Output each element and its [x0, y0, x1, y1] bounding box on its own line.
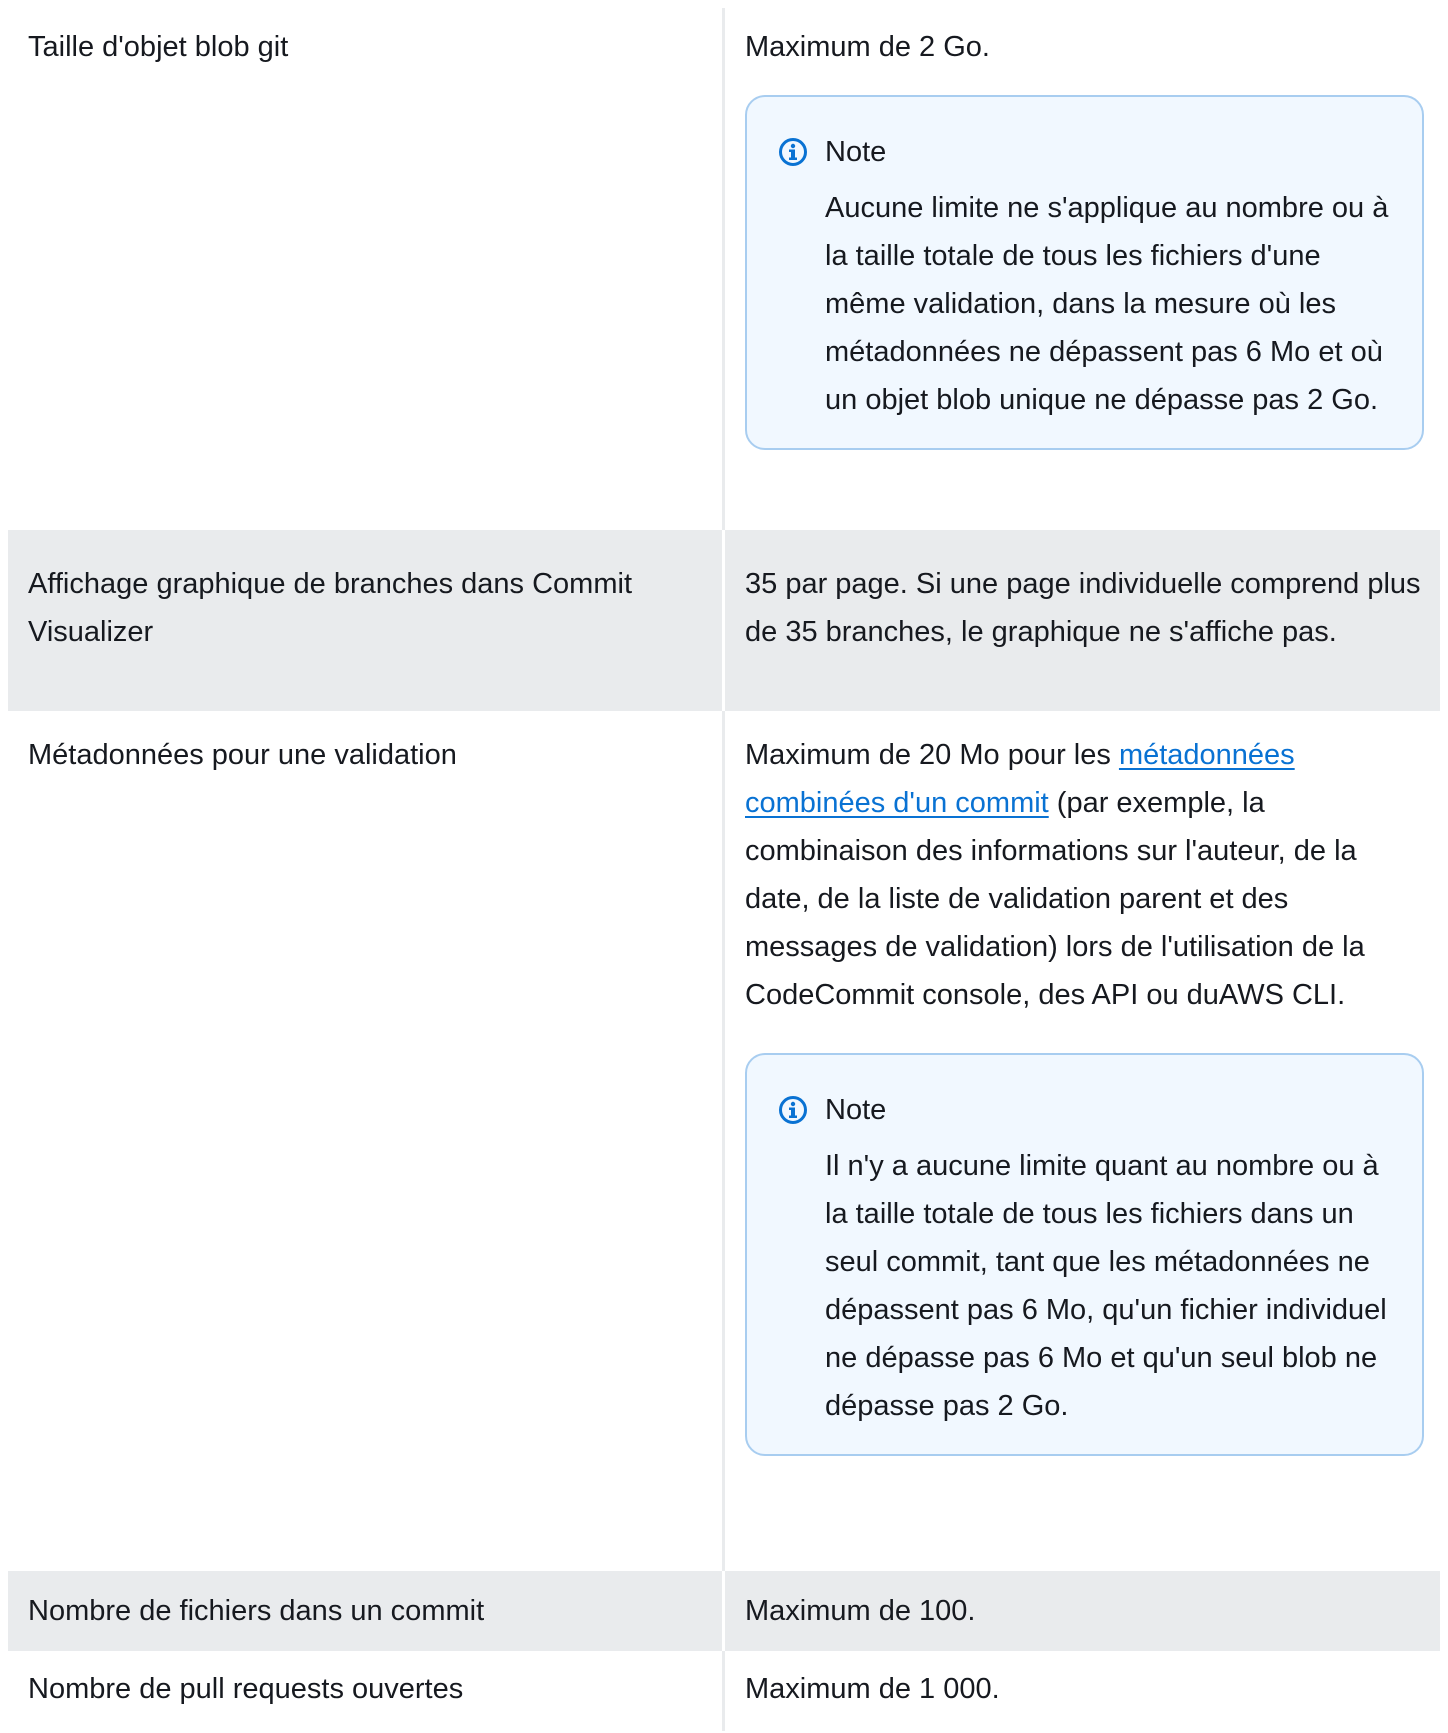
- note-title: Note: [825, 1094, 887, 1126]
- limit-value-cell: Maximum de 20 Mo pour les métadonnées co…: [725, 711, 1440, 1571]
- limit-value: Maximum de 100.: [745, 1595, 976, 1627]
- note-header: Note: [777, 1086, 1392, 1134]
- limit-name-cell: Taille d'objet blob git: [8, 8, 725, 530]
- note-title: Note: [825, 136, 887, 168]
- limit-name: Nombre de pull requests ouvertes: [28, 1673, 464, 1705]
- limit-name: Nombre de fichiers dans un commit: [28, 1595, 485, 1627]
- table-row: Affichage graphique de branches dans Com…: [8, 530, 1440, 711]
- limit-value: Maximum de 1 000.: [745, 1673, 1000, 1705]
- limit-name: Taille d'objet blob git: [28, 31, 289, 63]
- note-box: Note Il n'y a aucune limite quant au nom…: [745, 1053, 1424, 1456]
- limit-name-cell: Nombre de fichiers dans un commit: [8, 1571, 725, 1651]
- table-row: Nombre de pull requests ouvertes Maximum…: [8, 1651, 1440, 1731]
- limit-name-cell: Nombre de pull requests ouvertes: [8, 1651, 725, 1731]
- note-body: Il n'y a aucune limite quant au nombre o…: [825, 1150, 1387, 1422]
- info-circle-icon: [779, 138, 807, 166]
- limit-value-prefix: Maximum de 20 Mo pour les: [745, 739, 1119, 771]
- limit-value-cell: Maximum de 1 000.: [725, 1651, 1440, 1731]
- limit-value-cell: 35 par page. Si une page individuelle co…: [725, 530, 1440, 711]
- limit-value: 35 par page. Si une page individuelle co…: [745, 568, 1421, 648]
- table-row: Nombre de fichiers dans un commit Maximu…: [8, 1571, 1440, 1651]
- info-circle-icon: [779, 1096, 807, 1124]
- note-box: Note Aucune limite ne s'applique au nomb…: [745, 95, 1424, 450]
- limit-name-cell: Affichage graphique de branches dans Com…: [8, 530, 725, 711]
- limit-value: Maximum de 20 Mo pour les métadonnées co…: [745, 731, 1422, 1019]
- table-row: Métadonnées pour une validation Maximum …: [8, 711, 1440, 1571]
- limit-value-cell: Maximum de 2 Go. Note Aucune limite ne s…: [725, 8, 1440, 530]
- limit-name: Métadonnées pour une validation: [28, 739, 457, 771]
- table-row: Taille d'objet blob git Maximum de 2 Go.…: [8, 8, 1440, 530]
- limit-value-cell: Maximum de 100.: [725, 1571, 1440, 1651]
- limits-table: Taille d'objet blob git Maximum de 2 Go.…: [8, 8, 1440, 1731]
- limit-value-suffix: (par exemple, la combinaison des informa…: [745, 787, 1365, 1011]
- limit-value: Maximum de 2 Go.: [745, 31, 990, 63]
- note-header: Note: [777, 128, 1392, 176]
- limit-name: Affichage graphique de branches dans Com…: [28, 568, 633, 648]
- note-body: Aucune limite ne s'applique au nombre ou…: [825, 192, 1389, 416]
- limit-name-cell: Métadonnées pour une validation: [8, 711, 725, 1571]
